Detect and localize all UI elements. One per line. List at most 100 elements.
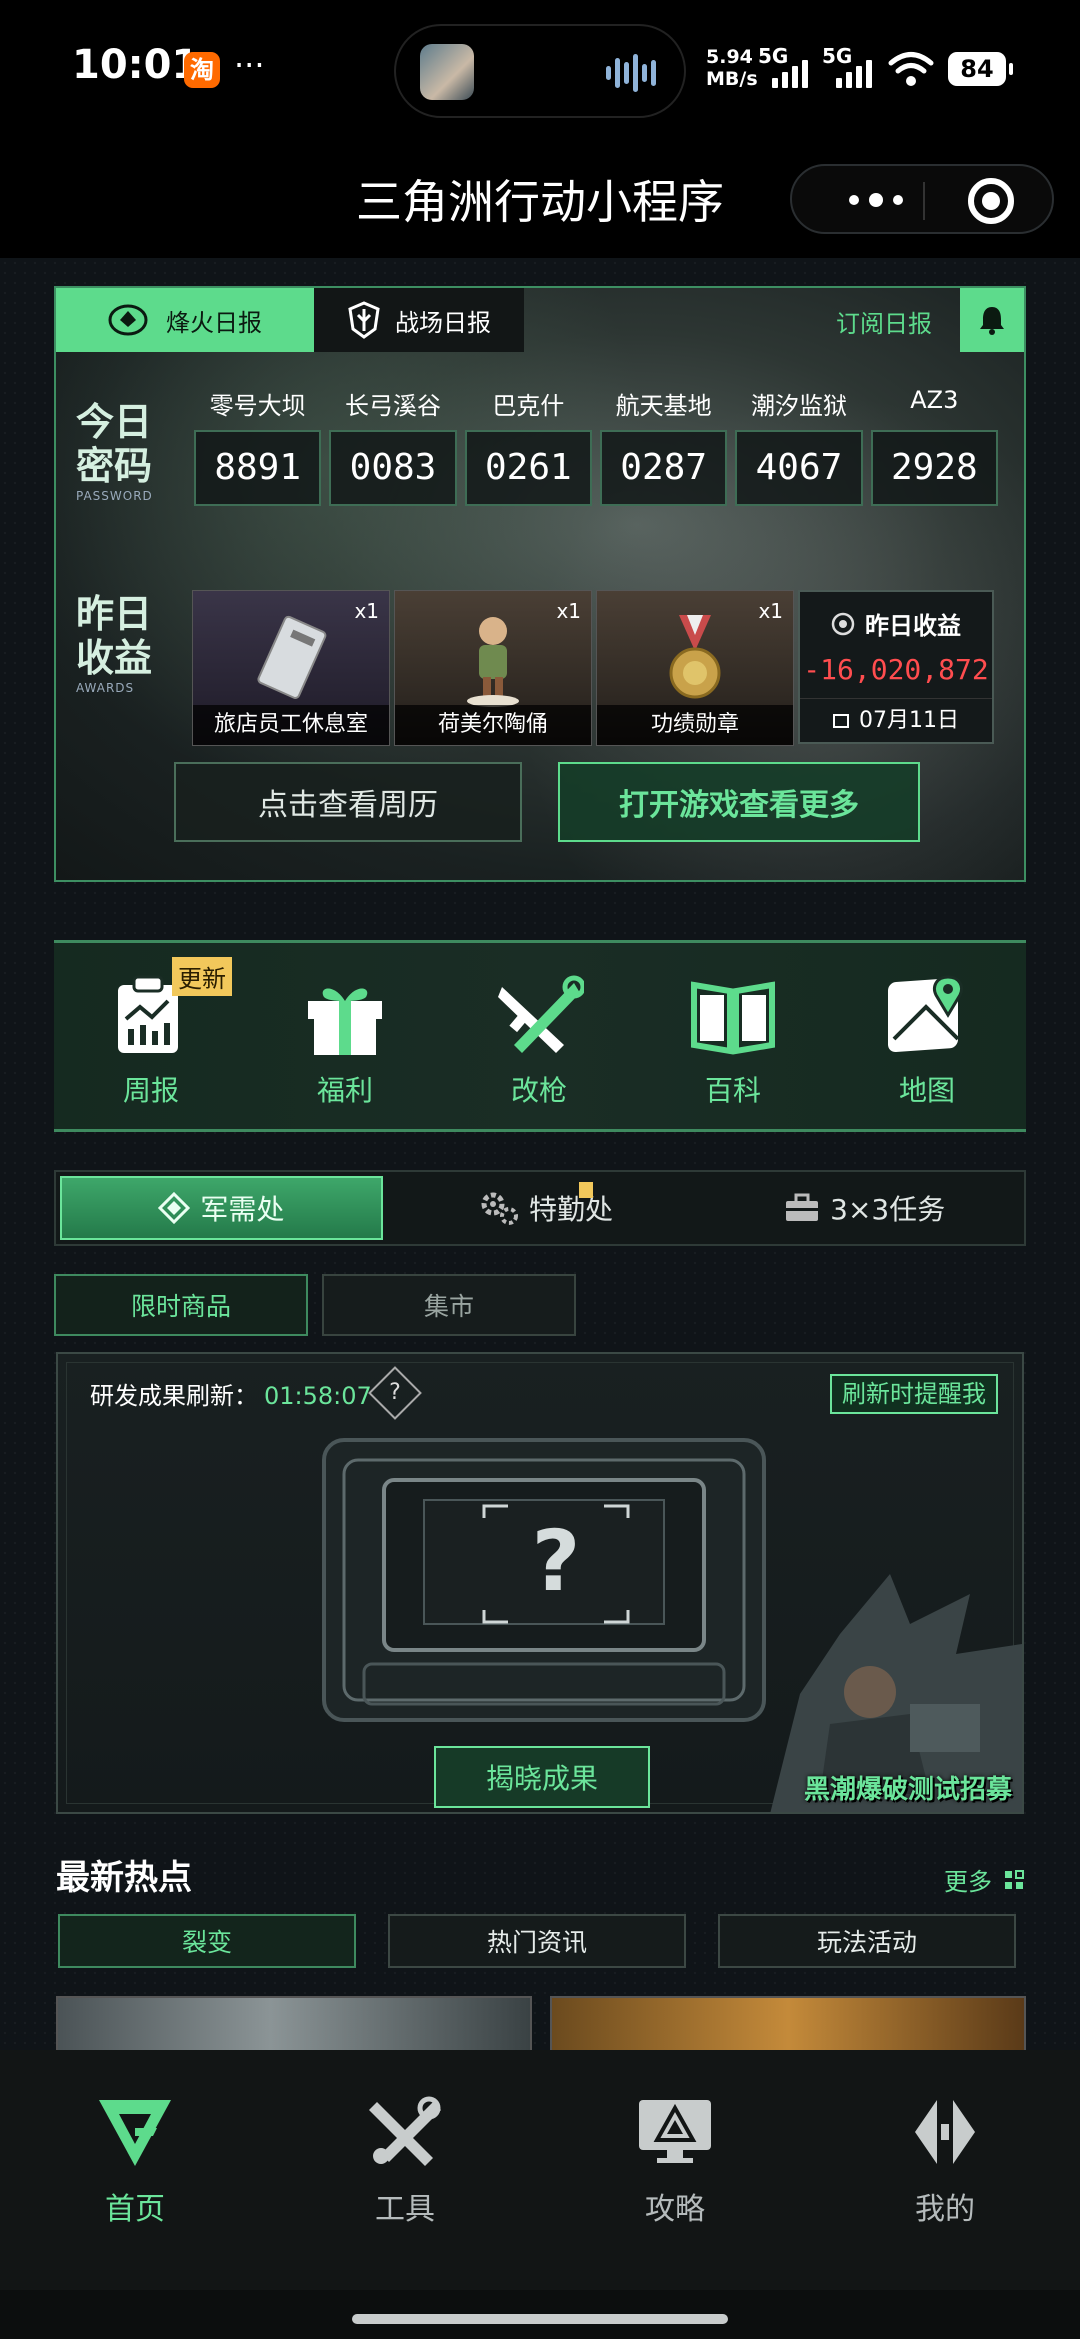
- news-card[interactable]: [550, 1996, 1026, 2050]
- nav-label: 首页: [105, 2192, 165, 2227]
- medal-icon: [669, 615, 721, 699]
- nav-label: 我的: [915, 2192, 975, 2227]
- news-card[interactable]: [56, 1996, 532, 2050]
- status-more-icon: ···: [234, 46, 265, 84]
- feature-encyclopedia[interactable]: 百科: [636, 943, 830, 1129]
- reward-list: x1 旅店员工休息室 x1 荷美尔陶俑 x1 功绩勋章: [192, 590, 794, 746]
- status-time: 10:01: [72, 42, 200, 88]
- reward-name: 功绩勋章: [597, 705, 793, 745]
- map-password-list: 零号大坝 8891 长弓溪谷 0083 巴克什 0261 航天基地 0287 潮…: [190, 386, 1002, 506]
- tab-gameplay-events[interactable]: 玩法活动: [718, 1914, 1016, 1968]
- main-content[interactable]: 烽火日报 战场日报 订阅日报 今日 密码 PASSWORD 零号大坝 8891: [0, 258, 1080, 2050]
- view-week-calendar-button[interactable]: 点击查看周历: [174, 762, 522, 842]
- reward-item[interactable]: x1 旅店员工休息室: [192, 590, 390, 746]
- home-indicator[interactable]: [352, 2314, 728, 2324]
- nav-home[interactable]: 首页: [0, 2050, 270, 2290]
- map-code: 2928: [870, 430, 998, 506]
- bell-button[interactable]: [960, 288, 1024, 352]
- map-code: 0083: [329, 430, 457, 506]
- map-code: 8891: [194, 430, 322, 506]
- research-panel: 研发成果刷新： 01:58:07 ? 刷新时提醒我 ? 揭晓成果 黑潮爆破测试招募: [56, 1352, 1024, 1814]
- research-refresh-label: 研发成果刷新： 01:58:07: [90, 1382, 372, 1410]
- yesterday-earnings: 昨日收益 -16,020,872 07月11日: [798, 590, 994, 744]
- remind-on-refresh-button[interactable]: 刷新时提醒我: [830, 1374, 998, 1414]
- reward-item[interactable]: x1 荷美尔陶俑: [394, 590, 592, 746]
- feature-welfare[interactable]: 福利: [248, 943, 442, 1129]
- tab-market[interactable]: 集市: [322, 1274, 576, 1336]
- feature-label: 百科: [704, 1074, 761, 1107]
- more-link[interactable]: 更多: [944, 1862, 1024, 1897]
- update-badge: 更新: [172, 957, 232, 996]
- hot-news-title: 最新热点: [56, 1858, 192, 1898]
- map-code: 0261: [464, 430, 592, 506]
- map-name: 航天基地: [615, 392, 712, 420]
- svg-text:?: ?: [532, 1512, 581, 1610]
- feature-map[interactable]: 地图: [830, 943, 1024, 1129]
- promo-text: 黑潮爆破测试招募: [803, 1775, 1012, 1805]
- book-icon: [691, 981, 775, 1055]
- nav-label: 工具: [375, 2192, 435, 2227]
- signal-icon: [772, 58, 808, 88]
- tab-fission[interactable]: 裂变: [58, 1914, 356, 1968]
- reward-name: 旅店员工休息室: [193, 705, 389, 745]
- news-card-list: [56, 1996, 1026, 2050]
- feature-weekly-report[interactable]: 周报 更新: [54, 943, 248, 1129]
- feature-grid: 周报 更新 福利 改枪 百科 地图: [54, 940, 1026, 1132]
- tab-supply-office[interactable]: 军需处: [60, 1176, 383, 1240]
- map-name: 零号大坝: [209, 392, 306, 420]
- tab-limited-items[interactable]: 限时商品: [54, 1274, 308, 1336]
- map-password-item: AZ3 2928: [867, 386, 1002, 506]
- password-label: 今日 密码 PASSWORD: [76, 400, 153, 503]
- close-miniprogram-button[interactable]: [968, 178, 1014, 224]
- tab-fenghuo-report[interactable]: 烽火日报: [56, 288, 314, 352]
- tab-3x3-tasks[interactable]: 3×3任务: [705, 1172, 1024, 1244]
- help-icon[interactable]: ?: [368, 1366, 422, 1420]
- tab-label: 特勤处: [529, 1193, 614, 1226]
- mini-program-header: 三角洲行动小程序: [0, 140, 1080, 258]
- figurine-icon: [467, 617, 519, 707]
- awards-label: 昨日 收益 AWARDS: [76, 592, 153, 695]
- drone-icon: [108, 304, 148, 336]
- reveal-results-button[interactable]: 揭晓成果: [434, 1746, 650, 1808]
- home-indicator-area: [0, 2290, 1080, 2339]
- tab-hot-news[interactable]: 热门资讯: [388, 1914, 686, 1968]
- audio-wave-icon: [606, 52, 656, 94]
- map-name: 巴克什: [492, 392, 565, 420]
- keycard-icon: [257, 615, 327, 699]
- battery-indicator: 84: [948, 52, 1013, 86]
- more-options-button[interactable]: [836, 186, 916, 214]
- tab-label: 烽火日报: [166, 308, 262, 337]
- feature-gunsmith[interactable]: 改枪: [442, 943, 636, 1129]
- nav-tools[interactable]: 工具: [270, 2050, 540, 2290]
- refresh-countdown: 01:58:07: [264, 1382, 372, 1410]
- map-pin-icon: [888, 975, 963, 1053]
- notice-marker: [579, 1182, 594, 1198]
- mystery-crate-icon: ?: [322, 1438, 766, 1722]
- gift-icon: [308, 988, 382, 1055]
- reward-item[interactable]: x1 功绩勋章: [596, 590, 794, 746]
- reward-count: x1: [556, 599, 581, 623]
- map-code: 0287: [599, 430, 728, 506]
- tab-battlefield-report[interactable]: 战场日报: [314, 288, 524, 352]
- map-password-item: 巴克什 0261: [461, 386, 596, 506]
- dynamic-island[interactable]: [394, 24, 686, 118]
- earnings-title: 昨日收益: [865, 612, 961, 640]
- hot-news-tabs: 裂变 热门资讯 玩法活动: [58, 1914, 1016, 1968]
- map-password-item: 长弓溪谷 0083: [325, 386, 460, 506]
- promo-banner[interactable]: 黑潮爆破测试招募: [760, 1574, 1022, 1812]
- nav-profile[interactable]: 我的: [810, 2050, 1080, 2290]
- bottom-nav: 首页 工具 攻略 我的: [0, 2050, 1080, 2290]
- feature-label: 福利: [316, 1074, 373, 1107]
- tab-label: 战场日报: [395, 308, 491, 337]
- profile-icon: [915, 2100, 975, 2164]
- guide-icon: [639, 2100, 711, 2163]
- home-icon: [99, 2100, 171, 2166]
- daily-report-card: 烽火日报 战场日报 订阅日报 今日 密码 PASSWORD 零号大坝 8891: [54, 286, 1026, 882]
- nav-guide[interactable]: 攻略: [540, 2050, 810, 2290]
- feature-label: 改枪: [510, 1074, 567, 1107]
- capsule-menu: [790, 164, 1054, 234]
- map-password-item: 潮汐监狱 4067: [731, 386, 866, 506]
- subscribe-report-link[interactable]: 订阅日报: [836, 304, 932, 339]
- open-game-button[interactable]: 打开游戏查看更多: [558, 762, 920, 842]
- tab-special-ops[interactable]: 特勤处: [387, 1172, 706, 1244]
